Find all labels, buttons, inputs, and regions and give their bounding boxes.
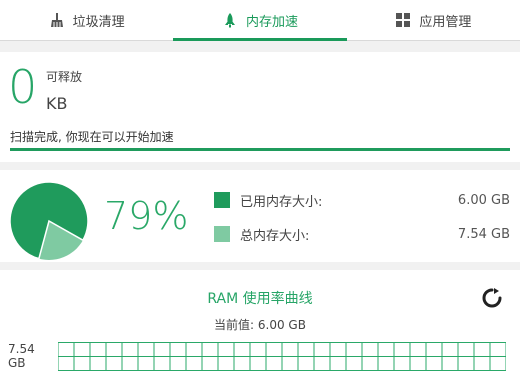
used-memory-row: 已用内存大小: 6.00 GB	[214, 190, 510, 210]
y-axis-max-label: 7.54 GB	[8, 342, 35, 370]
total-swatch	[214, 226, 230, 242]
used-memory-value: 6.00 GB	[457, 192, 510, 208]
y-axis-max-unit: GB	[8, 356, 26, 370]
releasable-unit: KB	[46, 94, 68, 113]
releasable-label: 可释放	[46, 70, 83, 84]
scan-progress-bar	[10, 148, 510, 151]
used-swatch	[214, 192, 230, 208]
scan-progress-fill	[10, 148, 510, 151]
total-memory-label: 总内存大小:	[240, 228, 310, 244]
memory-usage-percent: 79%	[104, 194, 189, 238]
releasable-amount: 0	[8, 60, 38, 114]
tab-memory-boost-label: 内存加速	[245, 14, 298, 30]
releasable-memory-card: 0 可释放 KB 扫描完成, 你现在可以开始加速	[0, 52, 520, 162]
tab-junk-clean[interactable]: 垃圾清理	[0, 0, 173, 40]
total-memory-value: 7.54 GB	[457, 226, 510, 242]
tab-memory-boost[interactable]: 内存加速	[173, 0, 347, 41]
ram-current-value: 当前值: 6.00 GB	[214, 318, 306, 332]
memory-pie-chart	[9, 181, 89, 260]
scan-status-text: 扫描完成, 你现在可以开始加速	[10, 130, 174, 144]
tab-junk-clean-label: 垃圾清理	[72, 14, 125, 30]
refresh-icon[interactable]	[480, 286, 504, 310]
apps-grid-icon	[395, 12, 411, 28]
memory-usage-card: 79% 已用内存大小: 6.00 GB 总内存大小: 7.54 GB	[0, 170, 520, 262]
total-memory-row: 总内存大小: 7.54 GB	[214, 224, 510, 244]
tab-app-manage[interactable]: 应用管理	[347, 0, 520, 40]
y-axis-max-value: 7.54	[8, 342, 35, 356]
ram-curve-grid	[58, 342, 506, 371]
broom-icon	[49, 12, 65, 28]
rocket-icon	[222, 12, 238, 28]
tab-bar: 垃圾清理 内存加速 应用管理	[0, 0, 520, 41]
used-memory-label: 已用内存大小:	[240, 194, 323, 210]
tab-app-manage-label: 应用管理	[419, 14, 472, 30]
ram-usage-curve-card: RAM 使用率曲线 当前值: 6.00 GB 7.54 GB	[0, 270, 520, 371]
ram-curve-title: RAM 使用率曲线	[207, 291, 313, 307]
